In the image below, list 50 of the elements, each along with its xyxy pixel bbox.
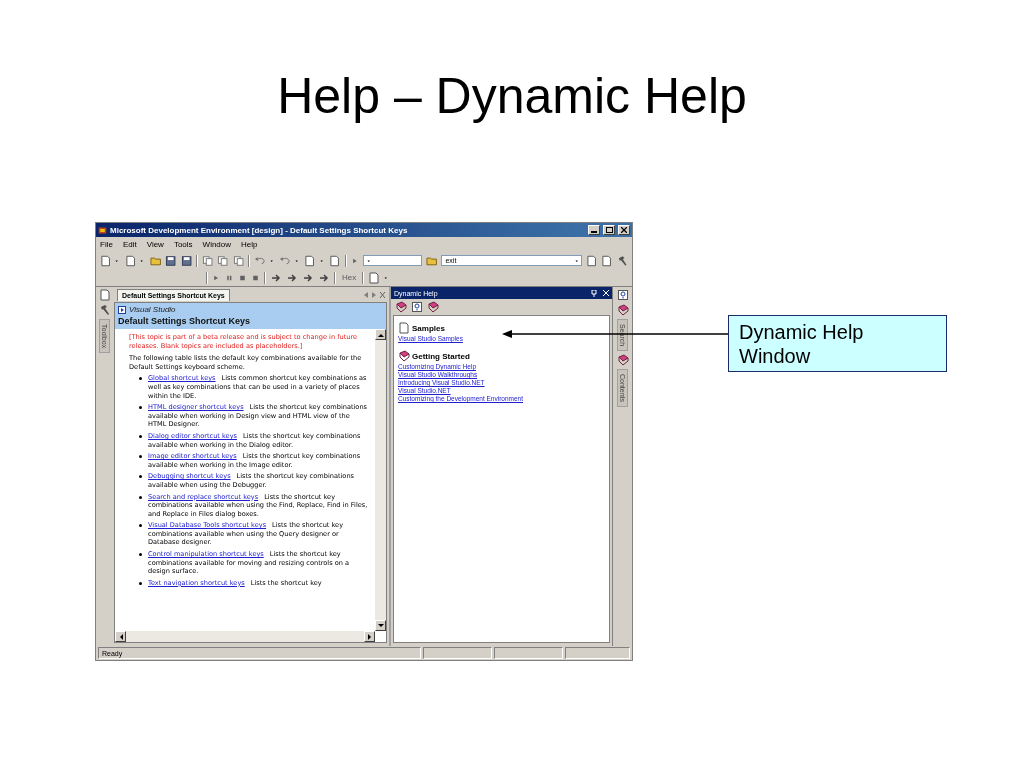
toolbox-icon[interactable] (98, 304, 111, 316)
menu-item[interactable]: Window (202, 240, 232, 249)
pin-icon[interactable] (591, 289, 597, 297)
contents-icon[interactable] (395, 301, 407, 313)
vertical-scrollbar[interactable] (375, 329, 386, 631)
scroll-up-icon[interactable] (377, 332, 384, 337)
maximize-button[interactable] (603, 225, 615, 235)
bullet-icon (139, 495, 142, 499)
bullet-icon (139, 434, 142, 438)
help-icon[interactable] (616, 289, 629, 301)
configuration-combo[interactable] (363, 255, 423, 266)
section-heading: Getting Started (412, 351, 470, 361)
help-icon[interactable] (411, 301, 423, 313)
scroll-down-icon[interactable] (377, 623, 384, 628)
show-next-icon[interactable] (270, 271, 282, 284)
copy-icon[interactable] (217, 254, 229, 267)
breadcrumb: Visual Studio (129, 305, 176, 314)
save-all-icon[interactable] (180, 254, 193, 267)
bullet-icon (139, 581, 142, 585)
expand-icon[interactable] (118, 305, 126, 314)
bullet-icon (139, 377, 142, 381)
menu-item[interactable]: File (100, 240, 113, 249)
horizontal-scrollbar[interactable] (115, 631, 375, 642)
book-icon[interactable] (398, 350, 410, 362)
page-icon[interactable] (398, 322, 410, 334)
section-heading: Samples (412, 323, 445, 333)
bullet-icon (139, 455, 142, 459)
maximize-icon (605, 227, 613, 233)
bullet-icon (139, 475, 142, 479)
toolbox-icon[interactable] (616, 254, 628, 267)
scroll-left-icon[interactable] (118, 633, 123, 640)
slide-title: Help – Dynamic Help (277, 67, 747, 126)
undo-icon[interactable] (254, 254, 266, 267)
menu-item[interactable]: View (146, 240, 164, 249)
menu-item[interactable]: Tools (173, 240, 193, 249)
window-title: Microsoft Development Environment [design] - Default Settings Shortcut Keys (110, 225, 409, 235)
menu-item[interactable]: Help (241, 240, 258, 249)
app-icon (98, 225, 107, 235)
scroll-right-icon[interactable] (367, 633, 372, 640)
minimize-button[interactable] (588, 225, 600, 235)
close-button[interactable] (618, 225, 630, 235)
callout-label: Dynamic Help Window (728, 315, 947, 372)
book-icon[interactable] (616, 354, 629, 367)
menu-item[interactable]: Edit (122, 240, 137, 249)
bullet-icon (139, 553, 142, 557)
bullet-icon (139, 406, 142, 410)
bullet-icon (139, 524, 142, 528)
close-icon (621, 227, 627, 233)
topic-heading: Default Settings Shortcut Keys (118, 316, 252, 326)
save-icon[interactable] (165, 254, 177, 267)
